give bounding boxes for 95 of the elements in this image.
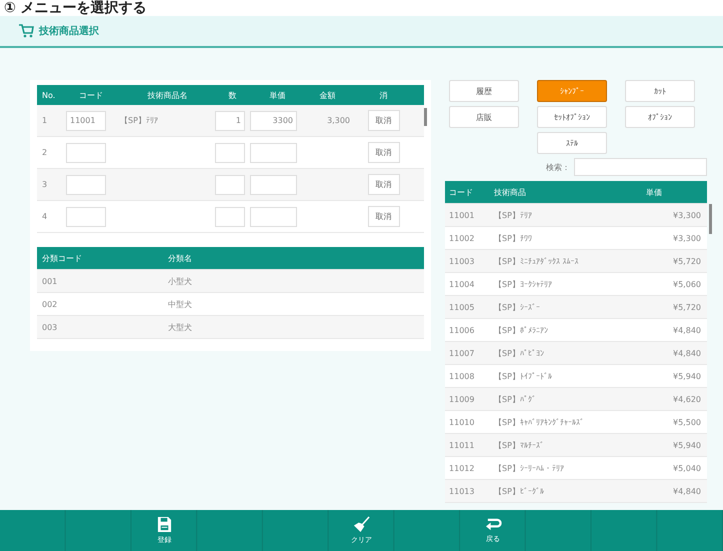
price-field[interactable] bbox=[250, 206, 297, 226]
column-header: 数 bbox=[228, 90, 238, 100]
table-cell-text: 11001 bbox=[448, 210, 476, 220]
cart-icon bbox=[18, 24, 34, 38]
cancel-button[interactable]: 取消 bbox=[368, 206, 400, 227]
code-field[interactable]: 11001 bbox=[66, 110, 106, 130]
table-cell-text: 【SP】ﾃﾘｱ bbox=[119, 115, 159, 126]
category-button[interactable]: ｾｯﾄｵﾌﾟｼｮﾝ bbox=[537, 106, 608, 128]
table-cell-text: 11013 bbox=[448, 486, 476, 496]
table-cell-text: 11002 bbox=[448, 234, 476, 242]
table-cell-text: 【SP】ｼｰｽﾞｰ bbox=[494, 302, 541, 312]
search-label: 検索： bbox=[546, 162, 570, 172]
table-cell-text: ¥4,840 bbox=[672, 326, 702, 334]
quantity-field[interactable] bbox=[215, 174, 245, 194]
category-button[interactable]: ｵﾌﾟｼｮﾝ bbox=[625, 106, 696, 128]
code-field[interactable] bbox=[66, 174, 106, 194]
table-cell-text: 【SP】ﾏﾙﾁｰｽﾞ bbox=[494, 440, 545, 450]
quantity-field[interactable]: 1 bbox=[215, 110, 245, 130]
column-header: コード bbox=[78, 90, 104, 100]
broom-icon bbox=[352, 516, 372, 533]
table-cell-text: ¥5,500 bbox=[672, 418, 702, 426]
table-cell-text: ¥5,040 bbox=[672, 464, 702, 472]
table-cell-text: 001 bbox=[41, 276, 58, 286]
table-cell-text: 2 bbox=[41, 148, 48, 157]
column-header: No. bbox=[41, 90, 56, 100]
table-cell-text: 中型犬 bbox=[168, 298, 193, 310]
table-cell-text: 1 bbox=[41, 116, 48, 125]
quantity-field[interactable] bbox=[215, 142, 245, 162]
cancel-button[interactable]: 取消 bbox=[368, 142, 400, 163]
column-header: 単価 bbox=[268, 90, 286, 100]
table-cell-text: 4 bbox=[41, 212, 48, 221]
table-cell-text: 【SP】ｼｰﾘｰﾊﾑ・ﾃﾘｱ bbox=[494, 462, 565, 474]
table-cell-text: ¥4,840 bbox=[672, 486, 702, 496]
table-cell-text: 【SP】ｷｬﾊﾞﾘｱｷﾝｸﾞﾁｬｰﾙｽﾞ bbox=[494, 416, 585, 428]
scrollbar[interactable] bbox=[424, 108, 428, 126]
column-header: 単価 bbox=[645, 186, 663, 198]
column-header: コード bbox=[448, 186, 474, 198]
table-cell-text: 11006 bbox=[448, 326, 476, 334]
table-cell-text: 11012 bbox=[448, 464, 476, 472]
price-field[interactable]: 3300 bbox=[250, 110, 297, 130]
price-field[interactable] bbox=[250, 142, 297, 162]
table-cell-text: ¥5,060 bbox=[672, 280, 702, 288]
table-cell-text: ¥4,840 bbox=[672, 348, 702, 358]
column-header: 技術商品名 bbox=[146, 90, 188, 100]
cancel-button[interactable]: 取消 bbox=[368, 174, 400, 195]
page-heading: ① メニューを選択する bbox=[0, 0, 723, 16]
table-cell-text: 11008 bbox=[448, 372, 476, 380]
table-cell-text: 3,300 bbox=[326, 116, 351, 125]
cancel-button[interactable]: 取消 bbox=[368, 110, 400, 131]
table-cell-text: ¥5,940 bbox=[672, 440, 702, 450]
table-cell-text: 002 bbox=[41, 300, 58, 308]
table-cell-text: ¥5,720 bbox=[672, 256, 702, 266]
table-cell-text: 11009 bbox=[448, 394, 476, 404]
column-header: 技術商品 bbox=[494, 186, 528, 198]
code-field[interactable] bbox=[66, 206, 106, 226]
table-cell-text: ¥5,720 bbox=[672, 302, 702, 312]
table-cell-text: 11005 bbox=[448, 302, 476, 312]
table-cell-text: 小型犬 bbox=[168, 276, 193, 286]
table-cell-text: ¥3,300 bbox=[672, 210, 702, 220]
column-header: 分類コード bbox=[41, 252, 83, 264]
category-button[interactable]: ｽﾃﾙ bbox=[537, 132, 608, 154]
category-button[interactable]: ｶｯﾄ bbox=[625, 80, 696, 102]
table-cell-text: 【SP】ﾊﾟﾋﾟﾖﾝ bbox=[494, 348, 545, 358]
table-cell-text: 【SP】ﾋﾞｰｸﾞﾙ bbox=[494, 486, 545, 496]
return-icon bbox=[484, 517, 502, 532]
table-cell-text: 3 bbox=[41, 180, 48, 189]
table-cell-text: ¥5,940 bbox=[672, 372, 702, 380]
table-cell-text: 【SP】ﾊﾟｸﾞ bbox=[494, 394, 537, 404]
table-cell-text: 003 bbox=[41, 322, 58, 332]
table-cell-text: 【SP】ﾖｰｸｼｬﾃﾘｱ bbox=[494, 278, 553, 290]
search-field[interactable] bbox=[574, 158, 707, 176]
table-cell-text: ¥4,620 bbox=[672, 394, 702, 404]
table-cell-text: 11011 bbox=[448, 440, 476, 450]
category-button[interactable]: 履歴 bbox=[449, 80, 520, 102]
table-cell-text: 11004 bbox=[448, 280, 476, 288]
table-cell-text: 【SP】ﾐﾆﾁｭｱﾀﾞｯｸｽ ｽﾑｰｽ bbox=[494, 256, 580, 266]
price-field[interactable] bbox=[250, 174, 297, 194]
screen-title: 技術商品選択 bbox=[39, 24, 99, 38]
table-cell-text: 【SP】ﾎﾟﾒﾗﾆｱﾝ bbox=[494, 324, 549, 336]
quantity-field[interactable] bbox=[215, 206, 245, 226]
table-cell-text: ¥3,300 bbox=[672, 234, 702, 242]
scrollbar[interactable] bbox=[709, 204, 712, 234]
save-icon bbox=[156, 516, 172, 533]
table-cell-text: 11007 bbox=[448, 348, 476, 358]
table-cell-text: 大型犬 bbox=[168, 322, 193, 332]
column-header: 分類名 bbox=[168, 252, 193, 264]
table-cell-text: 11003 bbox=[448, 256, 476, 266]
column-header: 金額 bbox=[318, 90, 336, 100]
table-cell-text: 【SP】ﾄｲﾌﾟｰﾄﾞﾙ bbox=[494, 370, 553, 382]
category-button[interactable]: 店販 bbox=[449, 106, 520, 128]
code-field[interactable] bbox=[66, 142, 106, 162]
table-cell-text: 11010 bbox=[448, 418, 476, 426]
column-header: 消 bbox=[378, 90, 388, 100]
table-cell-text: 【SP】ﾁﾜﾜ bbox=[494, 232, 533, 244]
table-cell-text: 【SP】ﾃﾘｱ bbox=[494, 210, 533, 220]
